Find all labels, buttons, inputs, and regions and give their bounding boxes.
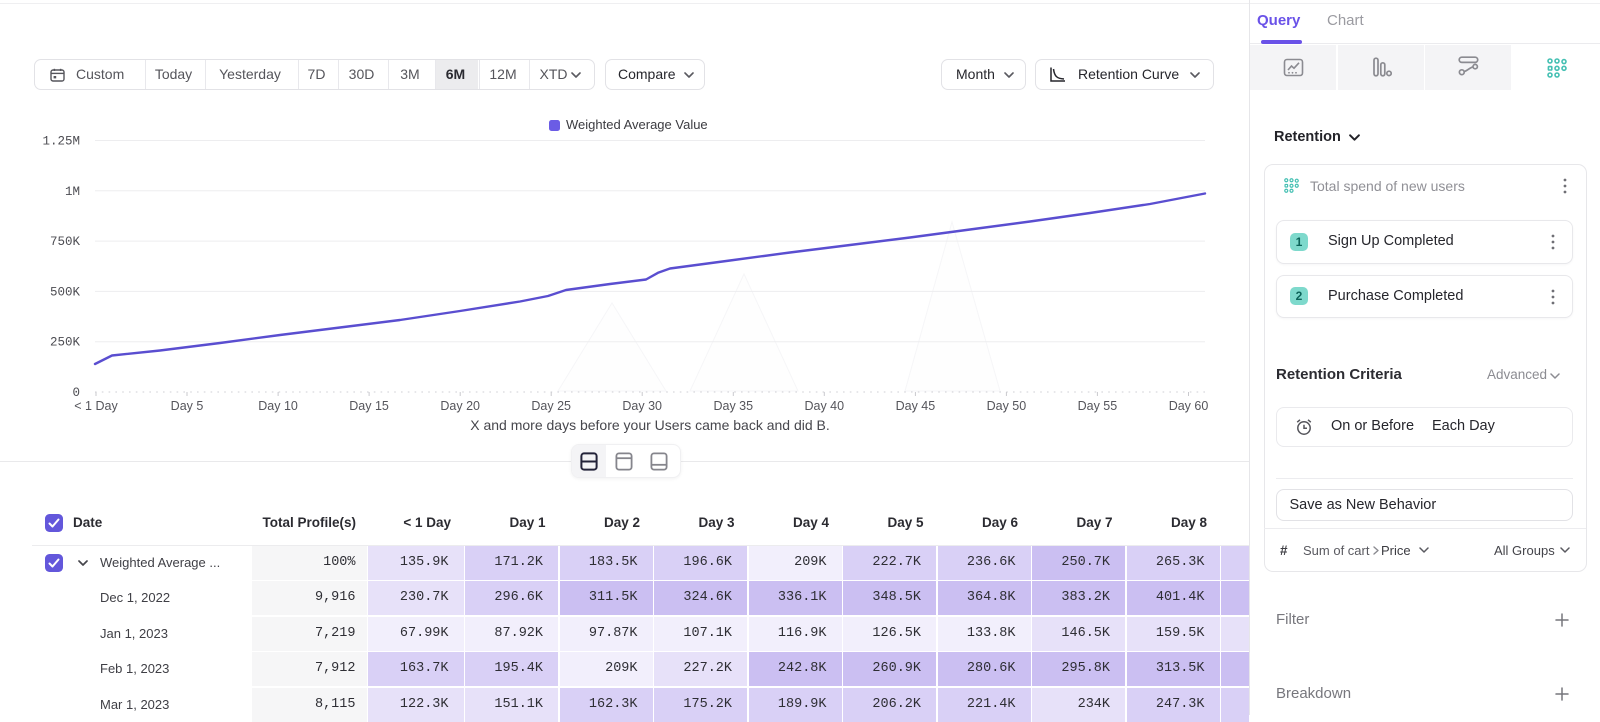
svg-text:250K: 250K — [50, 336, 81, 350]
svg-text:1.25M: 1.25M — [42, 135, 80, 149]
svg-text:Day 40: Day 40 — [804, 399, 844, 413]
svg-text:Day 50: Day 50 — [987, 399, 1027, 413]
svg-text:Day 35: Day 35 — [713, 399, 753, 413]
svg-text:Day 25: Day 25 — [531, 399, 571, 413]
svg-text:500K: 500K — [50, 285, 81, 299]
svg-text:Day 45: Day 45 — [896, 399, 936, 413]
svg-text:Day 10: Day 10 — [258, 399, 298, 413]
svg-text:750K: 750K — [50, 235, 81, 249]
svg-text:Day 5: Day 5 — [171, 399, 204, 413]
svg-text:Day 60: Day 60 — [1169, 399, 1209, 413]
svg-text:Day 55: Day 55 — [1078, 399, 1118, 413]
svg-text:1M: 1M — [65, 185, 80, 199]
svg-text:0: 0 — [72, 386, 80, 400]
svg-text:Day 15: Day 15 — [349, 399, 389, 413]
svg-text:Day 20: Day 20 — [440, 399, 480, 413]
svg-text:Day 30: Day 30 — [622, 399, 662, 413]
svg-text:< 1 Day: < 1 Day — [74, 399, 118, 413]
svg-text:X and more days before your Us: X and more days before your Users came b… — [470, 417, 830, 433]
